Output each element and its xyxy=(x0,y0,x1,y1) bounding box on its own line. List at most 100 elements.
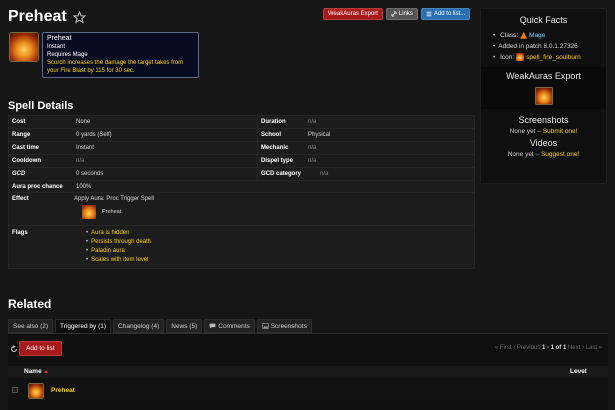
videos-status: None yet – Suggest one! xyxy=(481,151,606,158)
detail-label: Cooldown xyxy=(12,158,41,164)
pagination: « First ‹ Previous 1 - 1 of 1 Next › Las… xyxy=(495,345,602,351)
detail-value: Instant xyxy=(76,145,95,151)
sort-ascending-icon xyxy=(43,369,48,373)
table-row[interactable]: Preheat xyxy=(8,382,608,400)
tab-news[interactable]: News (5) xyxy=(166,319,203,333)
flags-row: Flags Aura is hidden Persists through de… xyxy=(9,226,474,268)
tab-see-also[interactable]: See also (2) xyxy=(8,319,54,333)
qf-patch: Added in patch 8.0.1.27326 xyxy=(493,41,606,52)
flag-item[interactable]: Persists through death xyxy=(86,238,151,247)
spell-details-title: Spell Details xyxy=(8,100,74,112)
weakauras-export-button[interactable]: WeakAuras Export xyxy=(323,8,383,20)
qf-icon-link[interactable]: spell_fire_soulburn xyxy=(526,54,581,61)
column-name[interactable]: Name xyxy=(24,368,48,375)
star-icon[interactable] xyxy=(72,10,86,24)
comment-icon xyxy=(209,323,216,329)
list-icon xyxy=(426,11,432,17)
suggest-video-link[interactable]: Suggest one! xyxy=(541,151,579,158)
related-tabs: See also (2) Triggered by (1) Changelog … xyxy=(8,319,312,333)
videos-none: None yet – xyxy=(507,151,540,158)
flag-item[interactable]: Scales with item level xyxy=(86,256,151,265)
related-toolbar: Add to list « First ‹ Previous 1 - 1 of … xyxy=(8,341,608,357)
pager-next[interactable]: Next › xyxy=(568,345,584,351)
detail-value: 100% xyxy=(76,183,92,190)
submit-screenshot-link[interactable]: Submit one! xyxy=(543,128,578,135)
tab-screenshots-label: Screenshots xyxy=(270,322,307,330)
mage-class-icon xyxy=(520,31,528,39)
qf-class: Class: Mage xyxy=(493,30,606,41)
row-checkbox[interactable] xyxy=(12,387,18,393)
detail-label: Mechanic xyxy=(261,145,289,151)
row-spell-name[interactable]: Preheat xyxy=(51,387,75,394)
qf-icon: Icon: spell_fire_soulburn xyxy=(493,52,606,63)
aura-proc-row: Aura proc chance 100% xyxy=(9,181,474,193)
effect-value: Apply Aura: Proc Trigger Spell xyxy=(74,196,155,202)
related-panel: Add to list « First ‹ Previous 1 - 1 of … xyxy=(8,333,608,410)
refresh-icon[interactable] xyxy=(10,345,18,353)
pager-prev[interactable]: ‹ Previous xyxy=(513,345,540,351)
header-buttons: WeakAuras Export Links Add to list... xyxy=(323,8,471,20)
detail-row: Cast time Instant Mechanic n/a xyxy=(9,142,474,155)
detail-label: School xyxy=(261,132,282,138)
tab-comments[interactable]: Comments xyxy=(204,319,255,333)
pager-first[interactable]: « First xyxy=(495,345,512,351)
quick-facts-title: Quick Facts xyxy=(519,15,568,25)
detail-value: 0 yards (Self) xyxy=(76,132,112,138)
effect-spell-link[interactable]: Preheat xyxy=(80,205,154,219)
detail-value: None xyxy=(76,119,91,125)
image-icon xyxy=(261,323,269,329)
weakauras-export-icon[interactable] xyxy=(534,87,553,105)
qf-class-label: Class: xyxy=(500,32,519,39)
spell-fire-icon xyxy=(28,383,44,399)
effect-body: Apply Aura: Proc Trigger Spell Preheat xyxy=(74,193,154,225)
detail-value: n/a xyxy=(320,171,329,177)
tooltip-cast: Instant xyxy=(47,44,66,50)
spell-fire-icon xyxy=(82,205,96,219)
add-to-list-button[interactable]: Add to list xyxy=(19,341,62,356)
tab-screenshots[interactable]: Screenshots xyxy=(256,319,312,333)
detail-label: Range xyxy=(12,132,31,138)
detail-label: Cast time xyxy=(12,145,40,151)
detail-value: Physical xyxy=(308,132,331,138)
link-icon xyxy=(391,11,397,17)
effect-spell-name: Preheat xyxy=(102,209,122,215)
tooltip-requires: Requires Mage xyxy=(47,52,88,58)
flags-list: Aura is hidden Persists through death Pa… xyxy=(74,229,151,268)
spell-fire-icon xyxy=(9,32,39,62)
weakauras-export-title: WeakAuras Export xyxy=(506,71,581,81)
title-row: Preheat xyxy=(8,6,86,28)
quick-facts-panel: Quick Facts Class: Mage Added in patch 8.… xyxy=(480,8,607,184)
videos-title: Videos xyxy=(529,138,558,148)
pager-last[interactable]: Last » xyxy=(586,345,602,351)
screenshots-title: Screenshots xyxy=(518,115,569,125)
spell-details-table: Cost None Duration n/a Range 0 yards (Se… xyxy=(8,115,475,269)
spell-fire-soulburn-icon xyxy=(516,53,525,62)
weakauras-export-section: WeakAuras Export xyxy=(481,67,606,109)
page-title: Preheat xyxy=(8,8,67,25)
detail-label: Aura proc chance xyxy=(12,183,63,190)
links-button[interactable]: Links xyxy=(385,8,418,20)
spell-tooltip: Preheat Instant Requires Mage Scorch inc… xyxy=(42,32,199,78)
tab-triggered-by[interactable]: Triggered by (1) xyxy=(55,319,112,333)
pager-range: 1 - 1 of 1 xyxy=(541,345,567,351)
qf-icon-label: Icon: xyxy=(500,54,515,61)
links-label: Links xyxy=(398,11,413,17)
detail-row: Cost None Duration n/a xyxy=(9,116,474,129)
tab-comments-label: Comments xyxy=(218,322,250,330)
detail-value: n/a xyxy=(308,145,317,151)
add-to-list-button[interactable]: Add to list... xyxy=(420,8,471,20)
detail-row: Range 0 yards (Self) School Physical xyxy=(9,129,474,142)
detail-label: Cost xyxy=(12,119,26,125)
flag-item[interactable]: Paladin aura xyxy=(86,247,151,256)
flag-item[interactable]: Aura is hidden xyxy=(86,229,151,238)
flags-label: Flags xyxy=(12,230,28,236)
effect-row: Effect Apply Aura: Proc Trigger Spell Pr… xyxy=(9,193,474,226)
weakauras-export-label: WeakAuras Export xyxy=(328,11,378,17)
detail-label: GCD xyxy=(12,171,26,177)
detail-label: Dispel type xyxy=(261,158,294,164)
related-title: Related xyxy=(8,297,52,311)
tab-changelog[interactable]: Changelog (4) xyxy=(113,319,165,333)
column-level[interactable]: Level xyxy=(570,368,587,375)
related-table-header: Name Level xyxy=(8,366,608,378)
qf-class-link[interactable]: Mage xyxy=(529,32,545,39)
